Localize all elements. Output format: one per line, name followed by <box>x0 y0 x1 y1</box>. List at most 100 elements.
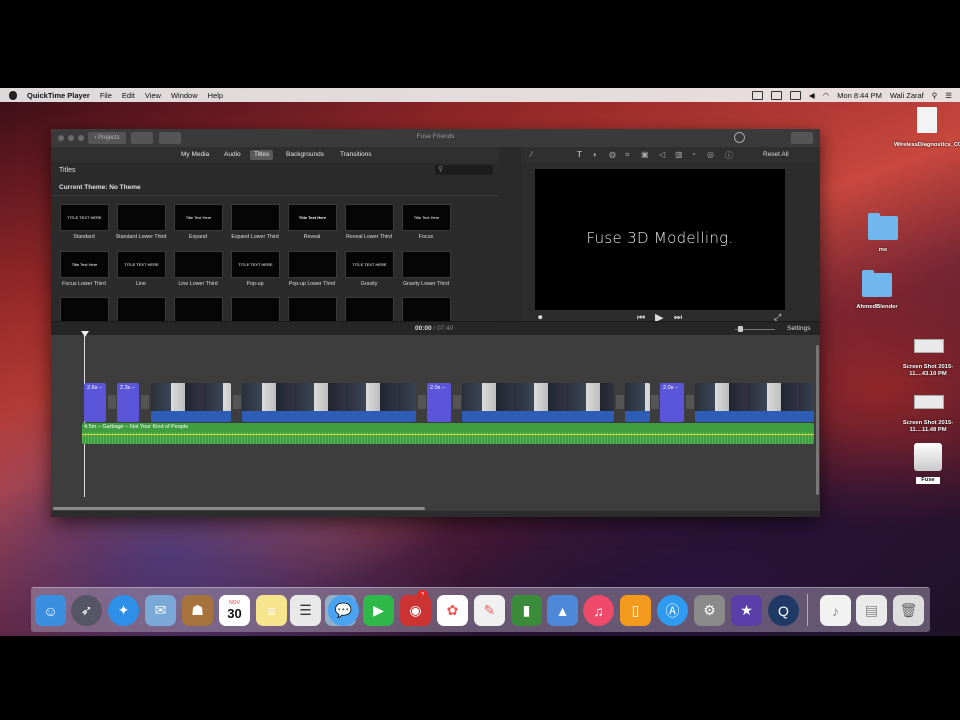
video-clip[interactable] <box>151 383 231 422</box>
title-thumb[interactable] <box>60 297 109 321</box>
settings-button[interactable]: Settings <box>787 325 811 332</box>
facetime-icon[interactable]: ▶ <box>363 595 394 626</box>
title-thumb-focus[interactable]: Title Text Here <box>402 204 451 231</box>
messages-icon[interactable]: 💬 <box>328 595 359 626</box>
ibooks-icon[interactable]: ▯ <box>620 595 651 626</box>
calendar-icon[interactable]: NOV 30 <box>219 595 250 626</box>
video-clip[interactable] <box>242 383 416 422</box>
notes-icon[interactable]: ≡ <box>256 595 287 626</box>
vertical-scrollbar[interactable] <box>816 345 819 495</box>
numbers-icon[interactable]: ▮ <box>511 595 542 626</box>
menu-app-name[interactable]: QuickTime Player <box>27 91 90 100</box>
clip-filter-icon[interactable]: ◎ <box>707 150 714 159</box>
title-clip[interactable]: 2.3s – <box>117 383 139 422</box>
video-clip[interactable] <box>625 383 650 422</box>
tab-backgrounds[interactable]: Backgrounds <box>282 150 328 160</box>
share-button[interactable] <box>791 132 813 144</box>
desktop-icon-label[interactable]: Screen Shot 2015-11....11.48 PM <box>897 420 959 434</box>
transition-marker[interactable] <box>141 395 149 409</box>
archive-file-icon[interactable] <box>917 107 937 133</box>
title-clip[interactable]: 2.0s – <box>660 383 684 422</box>
battery-icon[interactable] <box>789 90 801 100</box>
video-clip[interactable] <box>462 383 614 422</box>
title-thumb-focus-lower-third[interactable]: Title Text Here <box>60 251 109 278</box>
color-correction-icon[interactable]: ◍ <box>609 150 616 159</box>
folder-icon[interactable] <box>868 213 898 240</box>
tab-transitions[interactable]: Transitions <box>336 150 376 160</box>
transition-marker[interactable] <box>616 395 624 409</box>
disk-image-icon[interactable] <box>914 443 942 471</box>
screen-record-icon[interactable] <box>751 90 763 100</box>
title-thumb-expand[interactable]: Title Text Here <box>174 204 223 231</box>
horizontal-scrollbar[interactable] <box>53 507 425 510</box>
notification-center-icon[interactable]: ☰ <box>945 91 952 100</box>
noise-reduction-icon[interactable]: ▥ <box>675 150 683 159</box>
title-thumb-line-lower-third[interactable] <box>174 251 223 278</box>
title-text-icon[interactable]: T <box>577 150 582 159</box>
magic-wand-icon[interactable]: ⁄ <box>531 150 532 159</box>
transition-marker[interactable] <box>686 395 694 409</box>
timeline[interactable]: 2.6s – 2.3s – 2.0s – 2.0s – 4.5m – Garba… <box>51 331 820 511</box>
transition-marker[interactable] <box>453 395 461 409</box>
system-preferences-icon[interactable]: ⚙ <box>694 595 725 626</box>
title-thumb-pop-up[interactable]: TITLE TEXT HERE <box>231 251 280 278</box>
desktop-icon-label[interactable]: AhmedBlender <box>847 304 907 311</box>
volume-line[interactable] <box>82 434 814 435</box>
clock[interactable]: Mon 8:44 PM <box>837 91 882 100</box>
title-thumb-standard-lower-third[interactable] <box>117 204 166 231</box>
itunes-icon[interactable]: ♫ <box>583 595 614 626</box>
user-name[interactable]: Wali Zaraf <box>890 91 924 100</box>
folder-icon[interactable] <box>862 270 892 297</box>
playhead-handle[interactable] <box>81 331 89 337</box>
apple-menu-icon[interactable] <box>9 90 17 100</box>
desktop-icon-label[interactable]: WirelessDiagnostics_C02H....2.tar.gz <box>894 142 960 149</box>
video-clip[interactable] <box>695 383 814 422</box>
title-thumb-expand-lower-third[interactable] <box>231 204 280 231</box>
title-thumb[interactable] <box>231 297 280 321</box>
zoom-slider-knob[interactable] <box>738 326 743 332</box>
title-thumb-gravity-lower-third[interactable] <box>402 251 451 278</box>
airplay-icon[interactable] <box>770 90 782 100</box>
enhance-icon[interactable] <box>734 132 745 143</box>
downloads-stack-icon[interactable]: ▤ <box>856 595 887 626</box>
title-thumb-pop-up-lower-third[interactable] <box>288 251 337 278</box>
photo-booth-app-icon[interactable]: ◉ <box>400 595 431 626</box>
finder-icon[interactable]: ☺ <box>35 595 66 626</box>
transition-marker[interactable] <box>651 395 659 409</box>
imovie-icon[interactable]: ★ <box>731 595 762 626</box>
speed-icon[interactable]: ◔ <box>691 150 696 159</box>
stabilization-icon[interactable]: ▣ <box>641 150 649 159</box>
photos-icon[interactable]: ✿ <box>437 595 468 626</box>
menu-file[interactable]: File <box>100 91 112 100</box>
title-thumb[interactable] <box>402 297 451 321</box>
transition-marker[interactable] <box>233 395 241 409</box>
title-thumb-gravity[interactable]: TITLE TEXT HERE <box>345 251 394 278</box>
wifi-icon[interactable]: ◠ <box>823 91 830 100</box>
volume-icon[interactable]: ◀ <box>809 91 815 100</box>
search-icon[interactable]: ⚲ <box>932 91 938 100</box>
mail-icon[interactable]: ✉ <box>145 595 176 626</box>
background-music-clip[interactable]: 4.5m – Garbage – Not Your Kind of People <box>82 423 814 444</box>
reminders-icon[interactable]: ☰ <box>290 595 321 626</box>
menu-help[interactable]: Help <box>208 91 223 100</box>
quicktime-icon[interactable]: Q <box>768 595 799 626</box>
reset-all-button[interactable]: Reset All <box>763 151 789 158</box>
menu-view[interactable]: View <box>145 91 161 100</box>
trash-icon[interactable]: 🗑 <box>893 595 924 626</box>
title-thumb[interactable] <box>117 297 166 321</box>
title-thumb[interactable] <box>174 297 223 321</box>
screenshot-file-icon[interactable] <box>914 339 944 353</box>
title-thumb-line[interactable]: TITLE TEXT HERE <box>117 251 166 278</box>
info-icon[interactable]: ⓘ <box>725 150 733 161</box>
tab-audio[interactable]: Audio <box>220 150 245 160</box>
launchpad-icon[interactable]: ➶ <box>71 595 102 626</box>
document-icon[interactable]: ♪ <box>820 595 851 626</box>
desktop-icon-label[interactable]: Fuse <box>916 477 940 484</box>
keynote-icon[interactable]: ▲ <box>547 595 578 626</box>
title-thumb-reveal-lower-third[interactable] <box>345 204 394 231</box>
menu-edit[interactable]: Edit <box>122 91 135 100</box>
desktop-icon-label[interactable]: Screen Shot 2015-11....43.10 PM <box>897 364 959 378</box>
tab-titles[interactable]: Titles <box>250 150 274 160</box>
title-thumb[interactable] <box>345 297 394 321</box>
pages-icon[interactable]: ✎ <box>474 595 505 626</box>
